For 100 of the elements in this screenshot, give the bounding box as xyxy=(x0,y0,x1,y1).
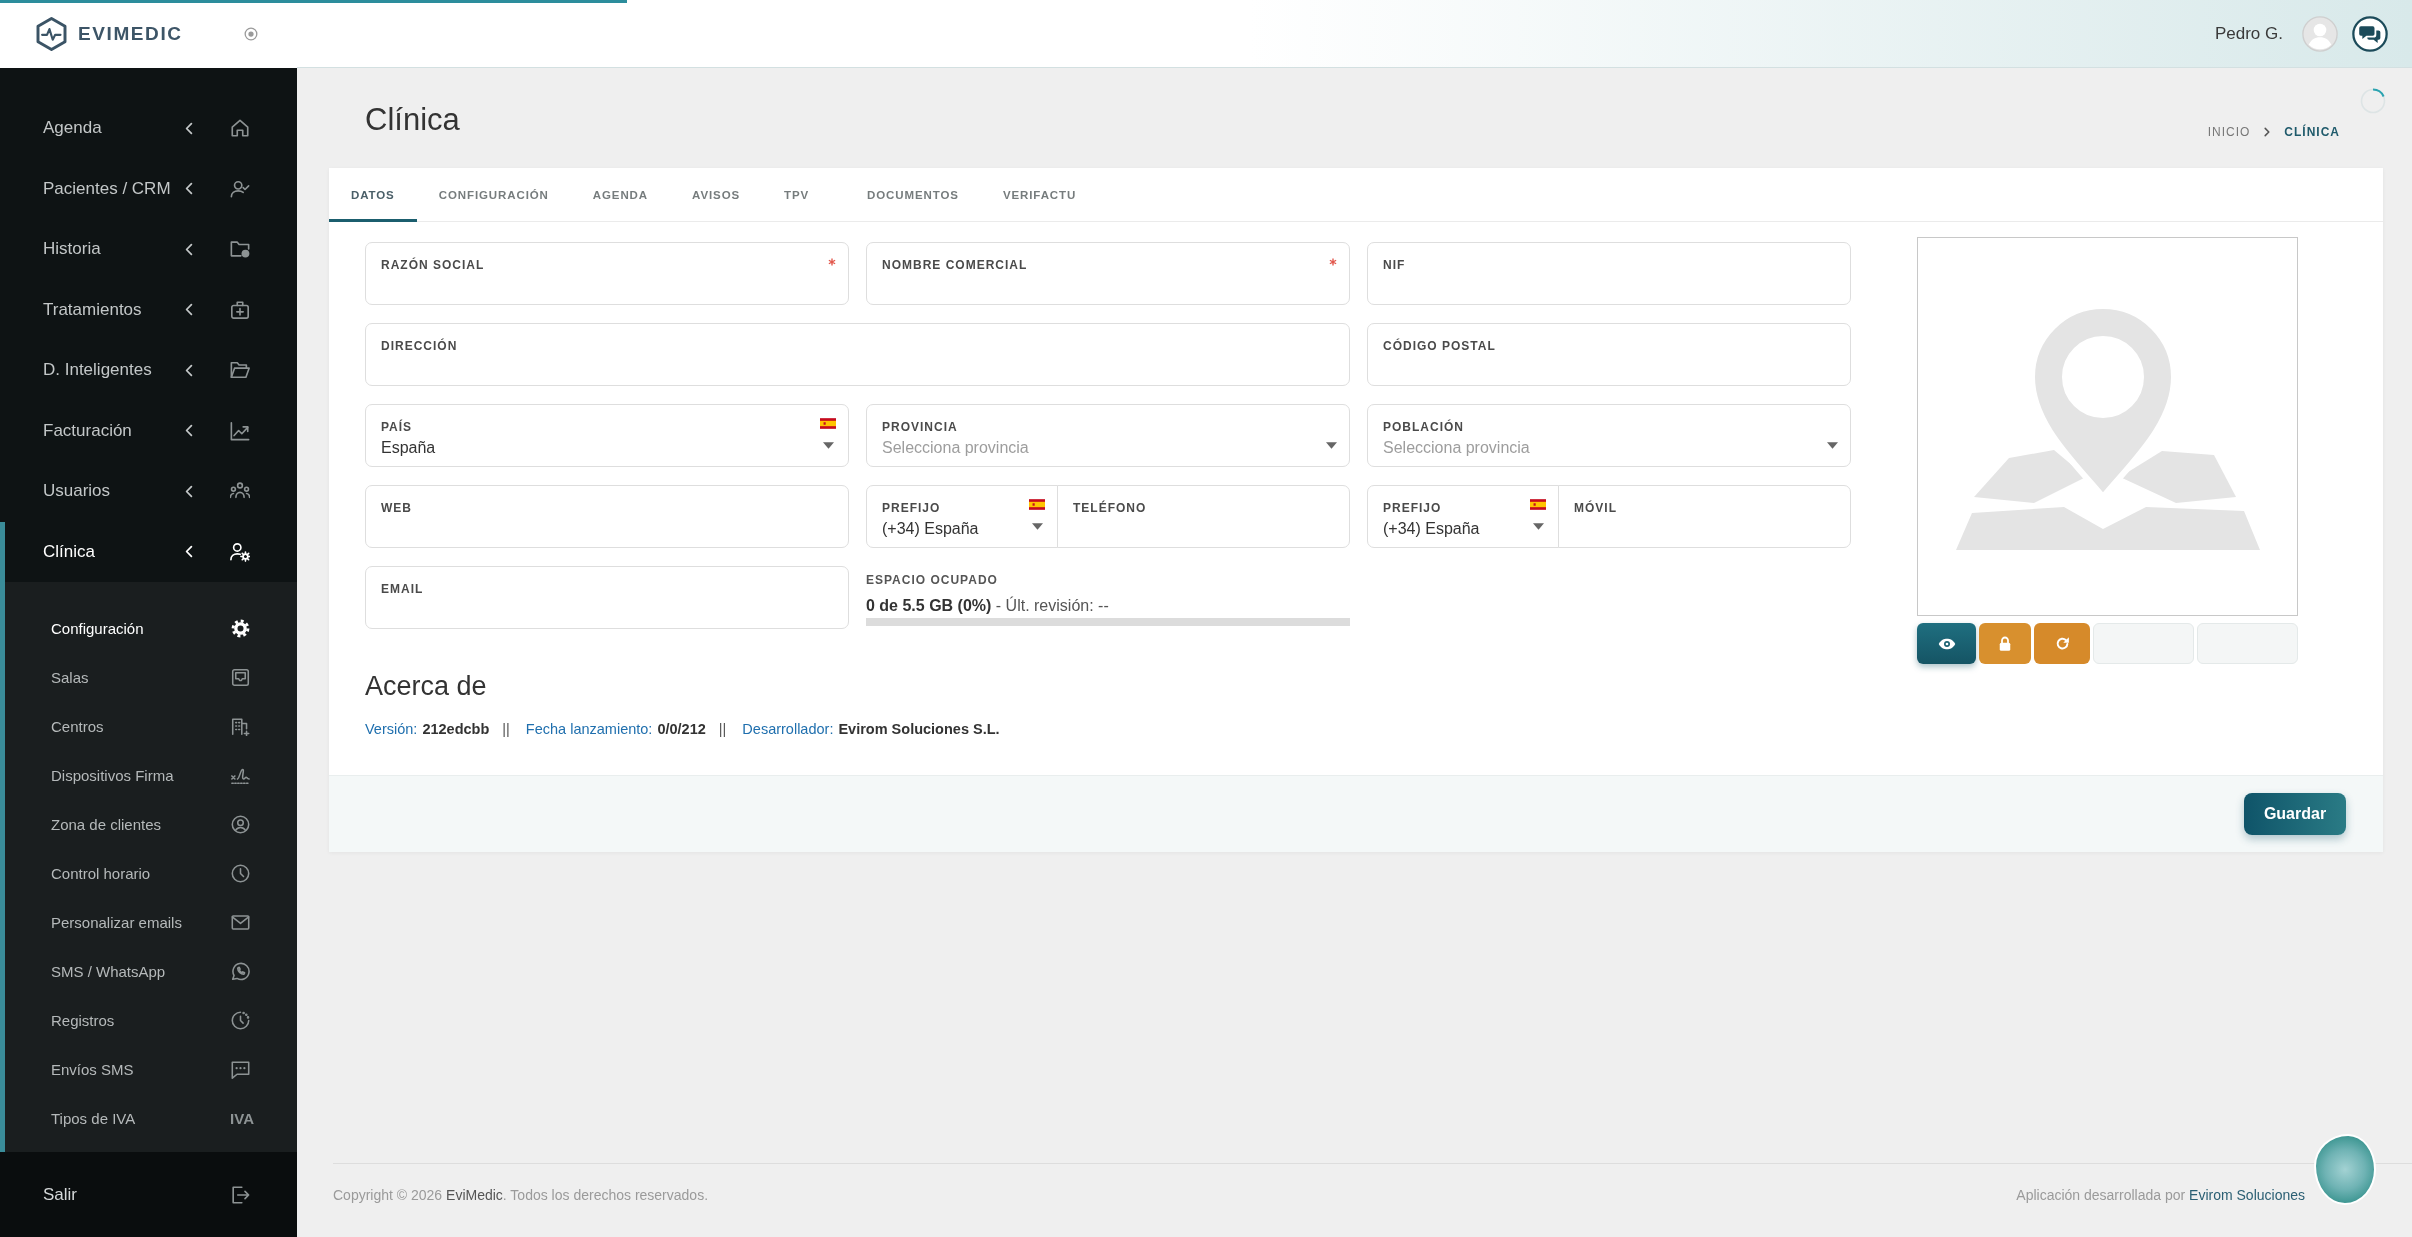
select-input[interactable]: Selecciona provincia xyxy=(882,437,1322,459)
field-label: PROVINCIA xyxy=(882,419,959,435)
user-circle-icon xyxy=(231,815,250,834)
field-label: PREFIJO xyxy=(1383,500,1443,516)
signature-icon xyxy=(231,766,250,785)
nav-item[interactable]: Pacientes / CRM xyxy=(0,158,297,219)
submenu-item[interactable]: Dispositivos Firma xyxy=(5,751,297,800)
field-label: PAÍS xyxy=(381,419,414,435)
submenu-item[interactable]: Control horario xyxy=(5,849,297,898)
separator-text: || xyxy=(718,720,727,739)
footer-link[interactable]: Evirom Soluciones xyxy=(2189,1187,2305,1203)
chevron-left-icon xyxy=(185,182,193,196)
tab[interactable]: DOCUMENTOS xyxy=(845,168,981,222)
caret-down-icon xyxy=(1532,523,1544,530)
nav-item[interactable]: Historia xyxy=(0,219,297,280)
chevron-left-icon xyxy=(185,121,193,135)
footer-link[interactable]: EviMedic xyxy=(446,1187,503,1203)
submenu-item[interactable]: Tipos de IVA IVA xyxy=(5,1094,297,1143)
text-field[interactable]: NIF xyxy=(1367,242,1851,305)
tab[interactable]: AVISOS xyxy=(670,168,763,222)
tab[interactable]: CONFIGURACIÓN xyxy=(416,168,571,222)
field-label: RAZÓN SOCIAL xyxy=(381,257,486,273)
breadcrumb-item: CLÍNICA xyxy=(2284,124,2340,140)
lock-icon xyxy=(1999,636,2011,651)
field-label: CÓDIGO POSTAL xyxy=(1383,338,1497,354)
storage-label: ESPACIO OCUPADO xyxy=(866,572,999,588)
tab[interactable]: VERIFACTU xyxy=(980,168,1099,222)
nav-item[interactable]: Tratamientos xyxy=(0,279,297,340)
logout-icon xyxy=(230,1184,250,1205)
submenu-item[interactable]: Zona de clientes xyxy=(5,800,297,849)
submenu-item[interactable]: Registros xyxy=(5,996,297,1045)
select-field[interactable]: PROVINCIA Selecciona provincia xyxy=(866,404,1350,467)
submenu-item[interactable]: Personalizar emails xyxy=(5,898,297,947)
field-label: TELÉFONO xyxy=(1073,500,1148,516)
field-label: PREFIJO xyxy=(882,500,942,516)
tab[interactable]: AGENDA xyxy=(570,168,671,222)
tab[interactable]: DATOS xyxy=(329,168,417,222)
brand-name: EVIMEDIC xyxy=(78,23,183,45)
building-icon xyxy=(231,717,250,736)
flag-icon xyxy=(1530,499,1546,510)
refresh-icon xyxy=(2054,636,2070,651)
spinner-icon xyxy=(2360,88,2386,114)
select-input[interactable]: (+34) España xyxy=(882,518,1025,540)
submenu-item[interactable]: Configuración xyxy=(5,604,297,653)
about-label: Versión: xyxy=(365,720,418,739)
text-field[interactable]: NOMBRE COMERCIAL xyxy=(866,242,1350,305)
field-label: WEB xyxy=(381,500,413,516)
about-value: 0/0/212 xyxy=(657,720,706,739)
user-check-icon xyxy=(230,178,250,199)
medical-kit-icon xyxy=(230,299,250,320)
text-field[interactable]: EMAIL xyxy=(365,566,849,629)
chevron-left-icon xyxy=(185,484,193,498)
logo-icon xyxy=(35,16,68,52)
prefix-select[interactable]: PREFIJO (+34) España xyxy=(1367,485,1559,548)
reload-button[interactable] xyxy=(2034,623,2090,664)
select-input[interactable]: (+34) España xyxy=(1383,518,1526,540)
select-field[interactable]: POBLACIÓN Selecciona provincia xyxy=(1367,404,1851,467)
submenu-item[interactable]: SMS / WhatsApp xyxy=(5,947,297,996)
nav-item[interactable]: Agenda xyxy=(0,98,297,159)
country-select[interactable]: PAÍS España xyxy=(365,404,849,467)
text-field[interactable]: DIRECCIÓN xyxy=(365,323,1350,386)
submenu-item[interactable]: Envíos SMS xyxy=(5,1045,297,1094)
breadcrumb-item[interactable]: INICIO xyxy=(2207,124,2251,140)
text-field[interactable]: RAZÓN SOCIAL xyxy=(365,242,849,305)
nav-item[interactable]: Usuarios xyxy=(0,461,297,522)
user-name[interactable]: Pedro G. xyxy=(2214,23,2283,44)
submenu-item[interactable]: Centros xyxy=(5,702,297,751)
text-field[interactable]: CÓDIGO POSTAL xyxy=(1367,323,1851,386)
field-label: DIRECCIÓN xyxy=(381,338,459,354)
user-gear-icon xyxy=(230,541,250,562)
chevron-left-icon xyxy=(185,424,193,438)
circle-dot-icon[interactable] xyxy=(244,27,258,41)
flag-icon xyxy=(820,418,836,429)
view-button[interactable] xyxy=(1917,623,1976,664)
submenu-item[interactable]: Salas xyxy=(5,653,297,702)
tab[interactable]: TPV xyxy=(762,168,846,222)
storage-usage: 0 de 5.5 GB (0%) - Últ. revisión: -- xyxy=(866,596,1110,616)
about-value: Evirom Soluciones S.L. xyxy=(838,720,1000,739)
prefix-select[interactable]: PREFIJO (+34) España xyxy=(866,485,1058,548)
text-field[interactable]: WEB xyxy=(365,485,849,548)
logout-link[interactable]: Salir xyxy=(0,1152,297,1237)
select-input[interactable]: España xyxy=(381,437,816,459)
about-label: Desarrollador: xyxy=(742,720,834,739)
field-label: EMAIL xyxy=(381,581,425,597)
field-label: NIF xyxy=(1383,257,1407,273)
caret-down-icon xyxy=(1326,442,1337,449)
copyright-text: Copyright © 2026 EviMedic. Todos los derechos reservados. xyxy=(333,1186,709,1205)
nav-item[interactable]: Facturación xyxy=(0,400,297,461)
house-icon xyxy=(230,118,250,139)
avatar-icon[interactable] xyxy=(2302,15,2338,52)
nav-item[interactable]: D. Inteligentes xyxy=(0,340,297,401)
phone-field[interactable]: MÓVIL xyxy=(1558,485,1851,548)
save-button[interactable]: Guardar xyxy=(2244,793,2346,835)
phone-bubble-icon xyxy=(231,962,250,981)
nav-item[interactable]: Clínica xyxy=(5,521,297,582)
credit-text: Aplicación desarrollada por Evirom Soluciones xyxy=(2016,1186,2305,1205)
select-input[interactable]: Selecciona provincia xyxy=(1383,437,1823,459)
chat-icon[interactable] xyxy=(2352,15,2388,52)
phone-field[interactable]: TELÉFONO xyxy=(1057,485,1350,548)
folder-info-icon xyxy=(230,239,250,260)
